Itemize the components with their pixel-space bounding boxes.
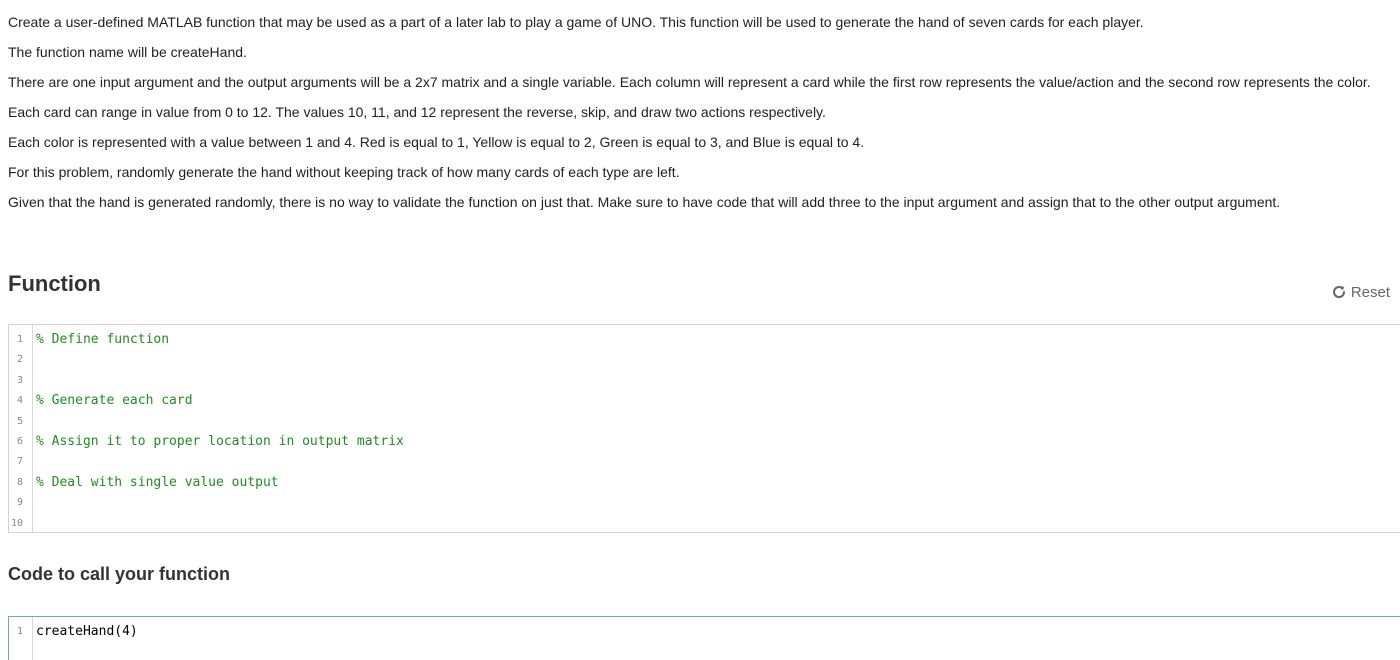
code-text: % Deal with single value output	[36, 474, 279, 490]
reset-label: Reset	[1350, 283, 1390, 301]
description-paragraph: There are one input argument and the out…	[8, 74, 1371, 90]
line-number: 6	[16, 436, 23, 447]
code-line[interactable]: 5	[9, 412, 1400, 432]
code-line[interactable]: 2	[9, 350, 1400, 370]
line-number: 7	[16, 456, 23, 468]
code-line[interactable]: 7	[9, 452, 1400, 472]
code-text: % Assign it to proper location in output…	[36, 434, 404, 449]
line-number: 8	[16, 476, 23, 488]
description-paragraph: Each card can range in value from 0 to 1…	[8, 104, 826, 120]
description-paragraph: Each color is represented with a value b…	[8, 134, 865, 150]
call-section-title: Code to call your function	[8, 564, 231, 584]
line-number: 2	[16, 354, 23, 366]
line-number: 5	[16, 415, 23, 427]
line-number: 1	[16, 334, 23, 345]
code-text: createHand(4)	[36, 624, 138, 639]
code-line[interactable]: 4 % Generate each card	[9, 391, 1400, 411]
code-line[interactable]: 3	[9, 371, 1400, 391]
call-code-editor[interactable]: 1 createHand(4)	[8, 616, 1400, 660]
line-number: 9	[16, 497, 23, 509]
function-code-editor[interactable]: 1 % Define function 2 3 4 % Generate each car…	[8, 324, 1400, 533]
line-number: 4	[16, 395, 23, 407]
description-paragraph: The function name will be createHand.	[8, 44, 247, 60]
code-text: % Define function	[36, 332, 170, 347]
line-number: 3	[16, 374, 23, 386]
description-paragraph: Create a user-defined MATLAB function th…	[8, 14, 1144, 30]
line-number: 10	[10, 517, 23, 529]
code-line[interactable]: 1 createHand(4)	[9, 622, 1400, 642]
reset-button[interactable]: Reset	[1331, 282, 1390, 302]
code-line[interactable]: 9	[9, 493, 1400, 513]
code-line[interactable]: 8 % Deal with single value output	[9, 473, 1400, 493]
problem-page: Create a user-defined MATLAB function th…	[0, 0, 1400, 660]
description-paragraph: Given that the hand is generated randoml…	[8, 194, 1281, 210]
code-text: % Generate each card	[36, 393, 193, 409]
description-paragraph: For this problem, randomly generate the …	[8, 164, 680, 180]
line-number: 1	[16, 626, 23, 637]
refresh-icon	[1331, 284, 1347, 300]
code-line[interactable]: 1 % Define function	[9, 330, 1400, 350]
function-section-title: Function	[8, 271, 101, 296]
code-line[interactable]: 10	[9, 514, 1400, 532]
code-line[interactable]: 6 % Assign it to proper location in outpu…	[9, 432, 1400, 452]
